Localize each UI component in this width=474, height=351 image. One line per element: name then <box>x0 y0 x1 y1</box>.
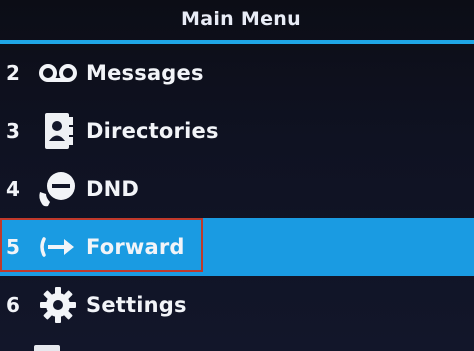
page-title: Main Menu <box>181 8 301 30</box>
menu-item-dnd[interactable]: 4 DND <box>0 160 474 218</box>
menu-item-label: Directories <box>86 119 219 143</box>
menu-item-label: DND <box>86 177 140 201</box>
gear-icon <box>36 285 80 325</box>
menu-item-number: 6 <box>6 293 20 317</box>
phone-screen: Main Menu 2 Messages 3 Directories 4 DND… <box>0 0 474 351</box>
menu-item-messages[interactable]: 2 Messages <box>0 44 474 102</box>
menu-item-forward[interactable]: 5 Forward <box>0 218 474 276</box>
next-item-icon-partial <box>34 345 60 351</box>
main-menu-list: 2 Messages 3 Directories 4 DND 5 Forward… <box>0 44 474 334</box>
voicemail-icon <box>36 53 80 93</box>
menu-item-number: 4 <box>6 177 20 201</box>
forward-icon <box>36 227 80 267</box>
dnd-icon <box>36 169 80 209</box>
directory-icon <box>36 111 80 151</box>
menu-item-number: 2 <box>6 61 20 85</box>
menu-item-number: 3 <box>6 119 20 143</box>
menu-item-label: Messages <box>86 61 204 85</box>
title-bar: Main Menu <box>0 0 474 38</box>
menu-item-settings[interactable]: 6 Settings <box>0 276 474 334</box>
menu-item-label: Forward <box>86 235 185 259</box>
menu-item-label: Settings <box>86 293 187 317</box>
menu-item-directories[interactable]: 3 Directories <box>0 102 474 160</box>
menu-item-number: 5 <box>6 235 20 259</box>
